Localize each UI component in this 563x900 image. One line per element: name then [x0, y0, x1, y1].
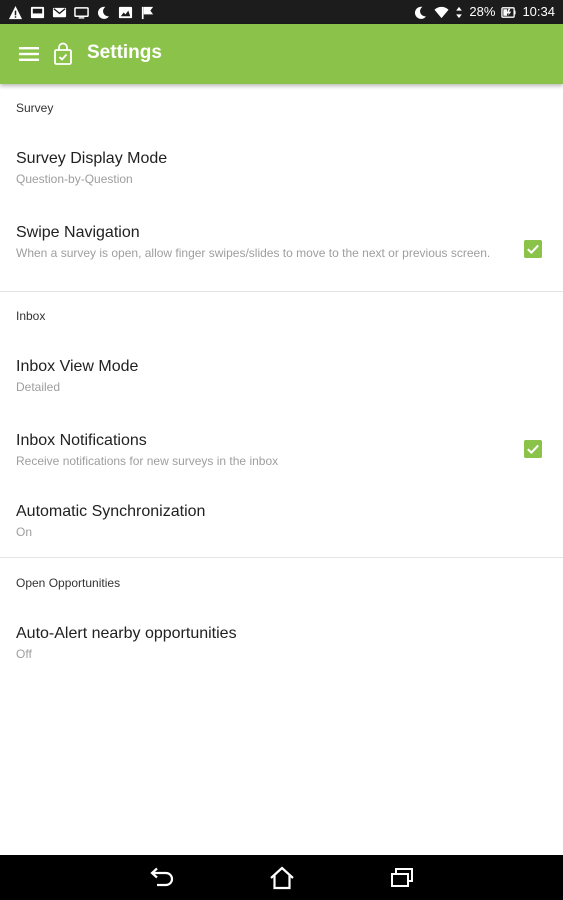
divider — [0, 291, 563, 292]
tv-icon — [74, 6, 89, 19]
recents-button[interactable] — [387, 864, 417, 892]
back-button[interactable] — [147, 864, 177, 892]
recents-icon — [391, 868, 413, 887]
divider — [0, 557, 563, 558]
pref-automatic-synchronization[interactable]: Automatic Synchronization On — [0, 503, 563, 549]
app-bar: Settings — [0, 24, 563, 84]
pref-summary: Off — [16, 647, 32, 661]
pref-summary: On — [16, 525, 33, 539]
pref-summary: When a survey is open, allow finger swip… — [16, 246, 491, 260]
mail-icon — [52, 7, 67, 17]
battery-icon — [501, 6, 516, 18]
inbox-notifications-checkbox[interactable] — [524, 440, 542, 458]
pref-swipe-navigation[interactable]: Swipe Navigation When a survey is open, … — [0, 224, 563, 280]
pref-title: Automatic Synchronization — [16, 503, 206, 520]
inbox-icon — [30, 6, 45, 18]
home-icon — [270, 866, 294, 890]
swipe-navigation-checkbox[interactable] — [524, 240, 542, 258]
pref-title: Inbox Notifications — [16, 432, 147, 449]
section-header-inbox: Inbox — [16, 309, 46, 323]
warning-icon — [8, 5, 23, 19]
shopping-bag-icon — [54, 42, 72, 65]
battery-percent: 28% — [469, 4, 496, 19]
clock: 10:34 — [522, 4, 555, 19]
home-button[interactable] — [267, 864, 297, 892]
pref-title: Swipe Navigation — [16, 224, 140, 241]
system-status: 28% 10:34 — [413, 4, 555, 20]
section-header-open-opportunities: Open Opportunities — [16, 576, 121, 590]
navigation-bar — [0, 855, 563, 900]
image-icon — [118, 6, 133, 18]
pref-inbox-notifications[interactable]: Inbox Notifications Receive notification… — [0, 432, 563, 478]
notification-icons — [8, 4, 155, 20]
pref-title: Inbox View Mode — [16, 358, 139, 375]
pref-title: Survey Display Mode — [16, 150, 168, 167]
hamburger-icon — [19, 47, 39, 61]
moon-icon — [415, 6, 427, 19]
pref-survey-display-mode[interactable]: Survey Display Mode Question-by-Question — [0, 150, 563, 200]
section-header-survey: Survey — [16, 101, 54, 115]
status-bar: 28% 10:34 — [0, 0, 563, 24]
moon-icon — [97, 6, 110, 19]
page-title: Settings — [87, 42, 162, 63]
menu-button[interactable] — [14, 40, 44, 68]
pref-title: Auto-Alert nearby opportunities — [16, 625, 237, 642]
wifi-icon — [434, 6, 449, 18]
pref-summary: Receive notifications for new surveys in… — [16, 454, 279, 468]
pref-auto-alert-opportunities[interactable]: Auto-Alert nearby opportunities Off — [0, 625, 563, 675]
pref-summary: Question-by-Question — [16, 172, 133, 186]
back-icon — [150, 867, 174, 887]
flag-icon — [141, 6, 154, 19]
pref-summary: Detailed — [16, 380, 61, 394]
pref-inbox-view-mode[interactable]: Inbox View Mode Detailed — [0, 358, 563, 408]
data-icon — [456, 6, 463, 18]
